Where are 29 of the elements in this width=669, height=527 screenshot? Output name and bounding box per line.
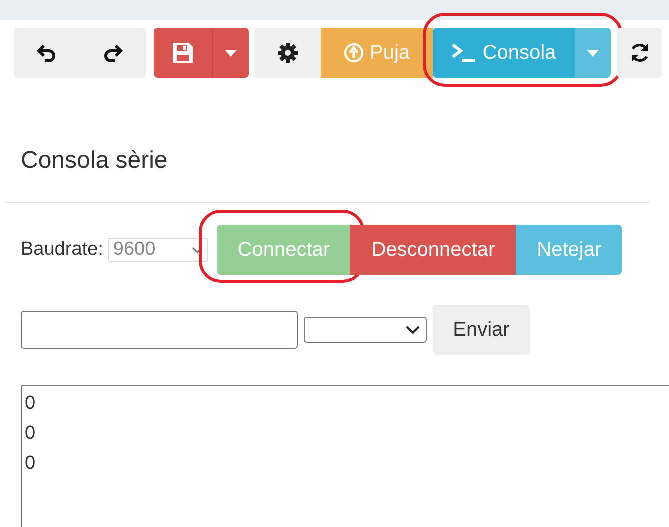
settings-button[interactable] bbox=[255, 28, 321, 78]
chevron-icon bbox=[192, 246, 204, 254]
terminal-icon bbox=[450, 43, 477, 63]
settings-icon bbox=[277, 42, 299, 64]
redo-icon bbox=[102, 42, 124, 64]
disconnect-button[interactable]: Desconnectar bbox=[350, 225, 516, 275]
upload-icon bbox=[344, 43, 364, 63]
save-menu-button[interactable] bbox=[212, 28, 249, 78]
clear-button[interactable]: Netejar bbox=[516, 225, 622, 275]
console-line: 0 bbox=[25, 394, 36, 416]
console-menu-button[interactable] bbox=[574, 28, 611, 78]
upload-button[interactable]: Puja bbox=[321, 28, 433, 78]
page-title: Consola sèrie bbox=[20, 146, 169, 176]
refresh-button[interactable] bbox=[617, 28, 662, 78]
baudrate-select[interactable]: 9600 bbox=[108, 238, 208, 262]
caret-icon bbox=[225, 50, 237, 56]
save-button[interactable] bbox=[154, 28, 212, 78]
caret-icon bbox=[587, 50, 599, 56]
baudrate-label: Baudrate: bbox=[21, 239, 104, 261]
console-button[interactable]: Consola bbox=[433, 28, 574, 78]
console-line: 0 bbox=[25, 454, 36, 476]
message-input[interactable] bbox=[21, 311, 298, 349]
undo-button[interactable] bbox=[14, 28, 80, 78]
line-ending-select[interactable] bbox=[304, 317, 427, 343]
redo-button[interactable] bbox=[80, 28, 146, 78]
send-button[interactable]: Enviar bbox=[433, 305, 530, 355]
console-line: 0 bbox=[25, 424, 36, 446]
chevron-icon bbox=[406, 326, 420, 334]
undo-icon bbox=[36, 42, 58, 64]
